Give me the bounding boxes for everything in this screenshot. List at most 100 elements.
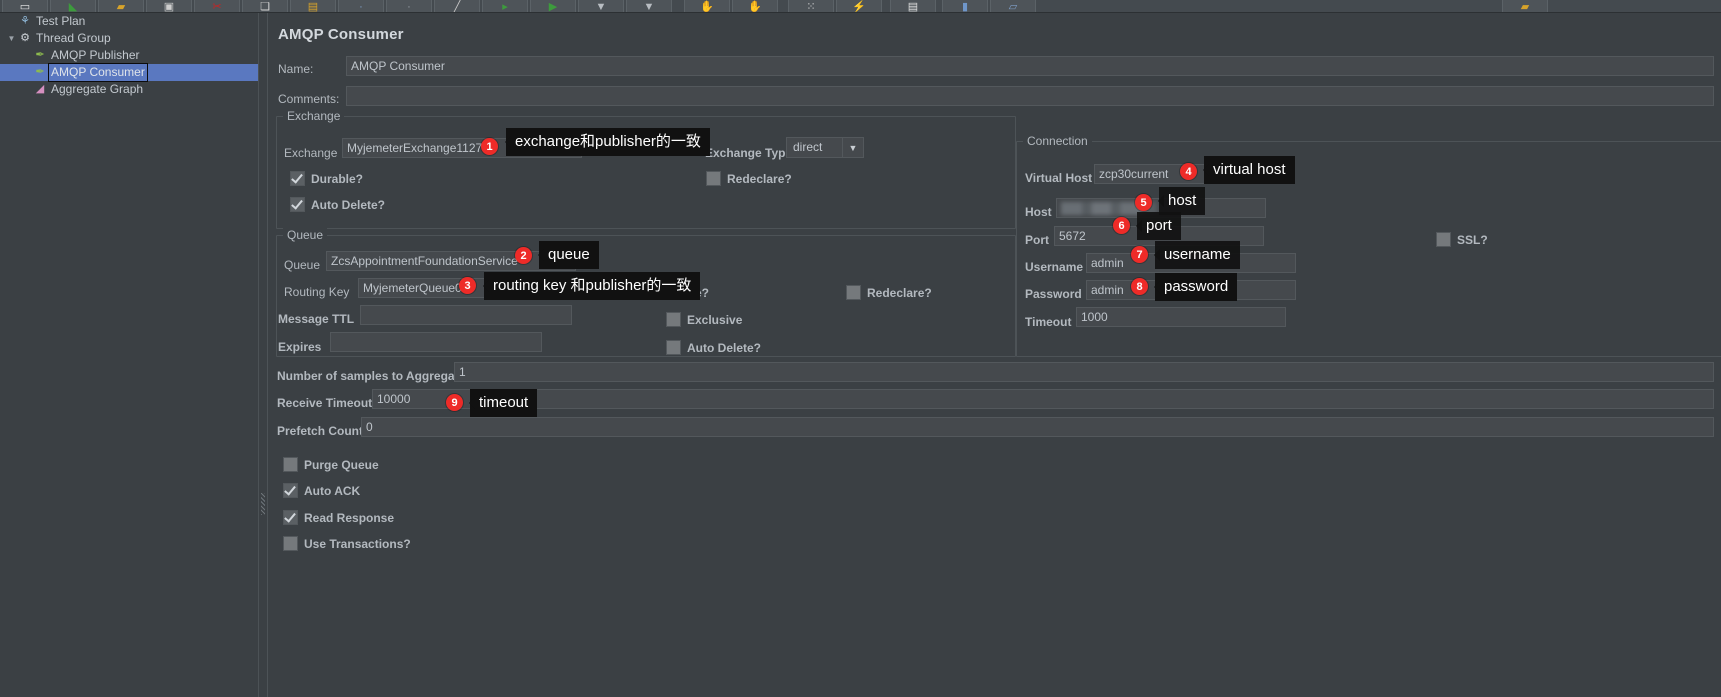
tree-item-amqp-publisher[interactable]: ✒ AMQP Publisher [0,47,258,64]
checkbox-label: Redeclare? [727,171,792,186]
new-icon: ▭ [19,1,31,13]
splitter-grip[interactable] [261,493,265,515]
exchange-label: Exchange [284,146,338,160]
queue-auto-delete-checkbox[interactable]: Auto Delete? [666,340,761,355]
host-label: Host [1025,205,1052,219]
samples-input[interactable]: 1 [454,362,1714,382]
test-plan-icon: ⚘ [20,15,30,27]
toolbar-button-start[interactable]: ▶ [530,0,576,12]
annotation-callout-3: routing key 和publisher的一致 [482,272,701,300]
page-title: AMQP Consumer [278,26,404,43]
checkbox-label: Read Response [304,510,395,525]
annotation-badge-6: 6 [1113,217,1130,234]
clear-all-icon: ⁙ [806,1,816,13]
toolbar-button-search[interactable]: ⚡ [836,0,882,13]
close-icon: ✂ [212,1,222,13]
annotation-badge-7: 7 [1131,246,1148,263]
annotation-badge-8: 8 [1131,278,1148,295]
toolbar-button-close[interactable]: ✂ [194,0,240,13]
name-input[interactable]: AMQP Consumer [346,56,1714,76]
timeout-input[interactable]: 1000 [1076,307,1286,327]
use-transactions-checkbox[interactable]: Use Transactions? [283,536,411,551]
checkbox-box [846,285,861,300]
toolbar-button-open[interactable]: ▰ [98,0,144,13]
paste-icon: · [359,1,363,13]
toolbar-button-copy[interactable]: ▤ [290,0,336,13]
toolbar-button-start-no-pauses[interactable]: ▼ [578,0,624,13]
annotation-badge-1: 1 [481,138,498,155]
chevron-down-icon[interactable]: ▼ [842,137,864,158]
toolbar-button-warning[interactable]: ▰ [1502,0,1548,12]
toolbar-button-expand[interactable]: · [386,0,432,12]
twisty-expanded-icon[interactable]: ▼ [6,30,17,47]
exchange-durable-checkbox[interactable]: Durable? [290,171,363,186]
ssl-checkbox[interactable]: SSL? [1436,232,1488,247]
toolbar-button-stop[interactable]: ▼ [626,0,672,12]
message-ttl-input[interactable] [360,305,572,325]
toolbar-button-clear-all[interactable]: ⁙ [788,0,834,13]
toolbar-button-save[interactable]: ▣ [146,0,192,13]
checkbox-label: Purge Queue [304,457,379,472]
toolbar-button-shutdown[interactable]: ✋ [684,0,730,12]
tree-item-test-plan[interactable]: ⚘ Test Plan [0,13,258,30]
queue-label: Queue [284,258,321,272]
tree-item-thread-group[interactable]: ▼ ⚙ Thread Group [0,30,258,47]
sampler-icon: ✒ [35,49,45,61]
expires-input[interactable] [330,332,542,352]
toolbar-button-templates[interactable]: ◣ [50,0,96,13]
checkbox-label: Use Transactions? [304,536,411,551]
annotation-badge-4: 4 [1180,163,1197,180]
password-label: Password [1025,287,1082,301]
message-ttl-label: Message TTL [278,312,355,326]
toolbar-button-new[interactable]: ▭ [2,0,48,13]
toolbar-button-clear[interactable]: ✋ [732,0,778,12]
folder-icon: ▰ [116,1,126,13]
toolbar-button-function-helper[interactable]: ▮ [942,0,988,13]
copy-icon: ▤ [307,1,319,13]
queue-redeclare-checkbox[interactable]: Redeclare? [846,285,932,300]
search-icon: ⚡ [852,1,866,13]
checkbox-label: Auto Delete? [311,197,386,212]
checkbox-box [666,340,681,355]
checkbox-label: Auto Delete? [687,340,762,355]
toolbar-button-cut[interactable]: ❏ [242,0,288,12]
templates-icon: ◣ [68,1,78,13]
checkbox-box [666,312,681,327]
annotation-callout-2: queue [538,241,599,269]
samples-label: Number of samples to Aggregate [277,369,466,383]
annotation-callout-6: port [1136,212,1181,240]
function-helper-icon: ▮ [961,1,969,13]
checkbox-box [283,457,298,472]
toolbar-button-reset-search[interactable]: ▤ [890,0,936,12]
queue-exclusive-checkbox[interactable]: Exclusive [666,312,742,327]
read-response-checkbox[interactable]: Read Response [283,510,394,525]
exchange-type-label: Exchange Type [705,146,793,160]
tree-item-aggregate-graph[interactable]: ◢ Aggregate Graph [0,81,258,98]
prefetch-count-label: Prefetch Count [277,424,364,438]
save-icon: ▣ [163,1,175,13]
exchange-auto-delete-checkbox[interactable]: Auto Delete? [290,197,385,212]
toolbar-button-paste[interactable]: · [338,0,384,13]
checkbox-box [290,197,305,212]
thread-group-icon: ⚙ [20,32,30,44]
toolbar: ▭ ◣ ▰ ▣ ✂ ❏ ▤ · · ╱ ▸ ▶ ▼ ▼ ✋ ✋ ⁙ ⚡ ▤ ▮ … [0,0,1721,13]
connection-group-caption: Connection [1023,134,1092,148]
checkbox-label: Redeclare? [867,285,932,300]
comments-input[interactable] [346,86,1714,106]
collapse-icon: ╱ [453,1,461,13]
exchange-type-select[interactable]: direct ▼ [786,137,864,158]
test-plan-tree: ⚘ Test Plan ▼ ⚙ Thread Group ✒ AMQP Publ… [0,13,259,697]
queue-group-caption: Queue [283,228,328,242]
amqp-consumer-editor: AMQP Consumer Name: AMQP Consumer Commen… [267,13,1721,697]
receive-timeout-input[interactable]: 10000 [372,389,1714,409]
toolbar-button-help[interactable]: ▱ [990,0,1036,12]
prefetch-count-input[interactable]: 0 [361,417,1714,437]
tree-item-amqp-consumer[interactable]: ✒ AMQP Consumer [0,63,258,82]
purge-queue-checkbox[interactable]: Purge Queue [283,457,379,472]
start-no-pause-icon: ▼ [595,1,607,13]
toolbar-button-toggle[interactable]: ▸ [482,0,528,12]
timeout-label: Timeout [1025,315,1072,329]
exchange-redeclare-checkbox[interactable]: Redeclare? [706,171,792,186]
auto-ack-checkbox[interactable]: Auto ACK [283,483,360,498]
toolbar-button-collapse[interactable]: ╱ [434,0,480,13]
